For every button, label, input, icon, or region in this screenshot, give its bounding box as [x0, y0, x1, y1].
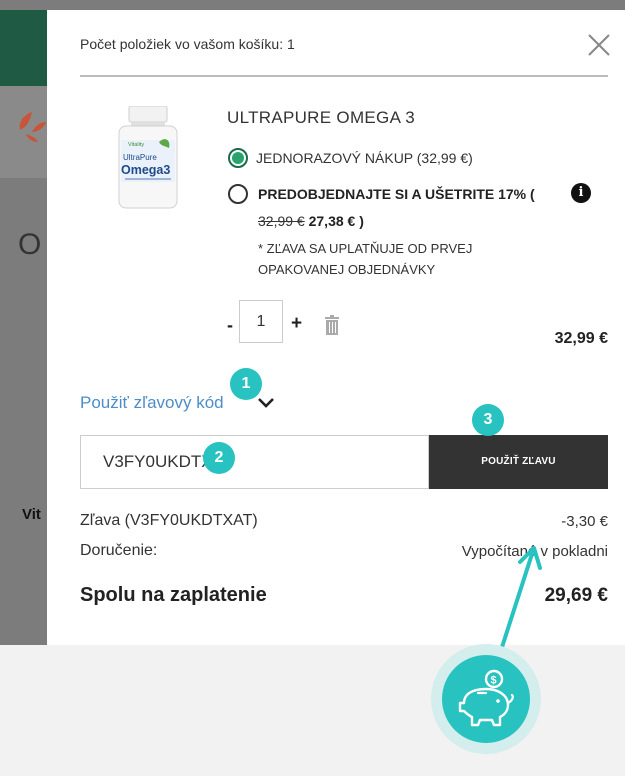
packshot-line2: Omega3 [121, 163, 170, 177]
piggy-bank-icon: $ [458, 669, 514, 727]
step-badge-2: 2 [203, 442, 235, 474]
discount-code-toggle[interactable]: Použiť zľavový kód [80, 393, 224, 413]
discount-label: Zľava (V3FY0UKDTXAT) [80, 512, 258, 529]
old-price: 32,99 € [258, 213, 305, 229]
discount-code-input[interactable]: V3FY0UKDTXAT [80, 435, 429, 489]
trash-icon[interactable] [324, 315, 340, 335]
one-time-purchase-label[interactable]: JEDNORAZOVÝ NÁKUP (32,99 €) [256, 150, 473, 166]
delivery-label: Doručenie: [80, 542, 158, 559]
header-divider [80, 75, 608, 77]
new-price: 27,38 € [308, 213, 356, 229]
subscribe-save-label[interactable]: PREDOBJEDNAJTE SI A UŠETRITE 17% ( [258, 186, 535, 202]
subscribe-save-radio[interactable] [228, 184, 248, 204]
discount-note: * ZĽAVA SA UPLATŇUJE OD PRVEJ OPAKOVANEJ… [258, 241, 473, 277]
quantity-input[interactable]: 1 [239, 300, 283, 343]
step-badge-1: 1 [230, 368, 262, 400]
total-label: Spolu na zaplatenie [80, 584, 267, 606]
brand-logo-icon [19, 112, 46, 142]
info-icon[interactable]: i [571, 183, 591, 203]
subscription-price: 32,99 € 27,38 € ) [258, 213, 364, 229]
one-time-purchase-radio[interactable] [228, 148, 248, 168]
background-heading-fragment: O [18, 228, 42, 261]
quantity-increase-button[interactable]: + [291, 313, 302, 335]
product-image[interactable]: Vitality UltraPure Omega3 [115, 106, 181, 210]
price-close-paren: ) [359, 213, 364, 229]
product-name[interactable]: ULTRAPURE OMEGA 3 [227, 108, 415, 128]
background-text-fragment: Vit [22, 506, 41, 523]
packshot-line1: UltraPure [123, 153, 157, 162]
discount-value: -3,30 € [561, 513, 608, 530]
total-value: 29,69 € [544, 585, 608, 606]
chevron-down-icon[interactable] [257, 396, 275, 410]
close-icon[interactable] [586, 32, 612, 58]
line-total: 32,99 € [554, 330, 608, 347]
cart-item-count: Počet položiek vo vašom košíku: 1 [80, 36, 295, 52]
quantity-decrease-button[interactable]: - [227, 315, 233, 336]
packshot-brand: Vitality [128, 142, 144, 148]
apply-discount-button[interactable]: POUŽIŤ ZĽAVU [429, 435, 608, 489]
svg-text:$: $ [491, 675, 497, 687]
step-badge-3: 3 [472, 404, 504, 436]
